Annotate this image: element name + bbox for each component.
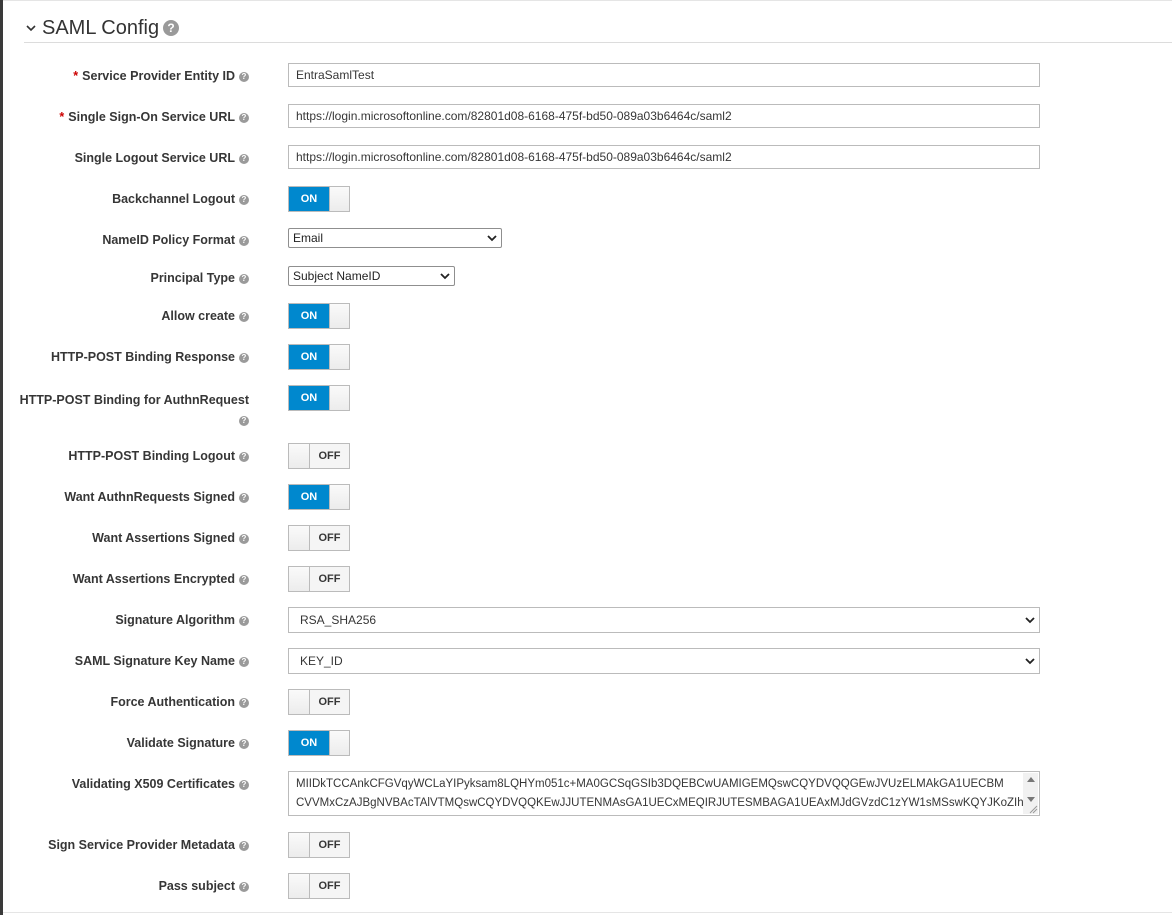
question-circle-icon[interactable]: ? xyxy=(239,415,249,426)
chevron-down-icon xyxy=(1025,617,1035,624)
want-assertions-signed-toggle[interactable]: OFF xyxy=(288,525,350,551)
principal-type-select[interactable]: Subject NameID xyxy=(288,266,455,286)
want-authn-signed-toggle[interactable]: ON xyxy=(288,484,350,510)
backchannel-logout-toggle[interactable]: ON xyxy=(288,186,350,212)
force-auth-toggle[interactable]: OFF xyxy=(288,689,350,715)
question-circle-icon[interactable]: ? xyxy=(239,779,249,790)
x509-certs-textarea[interactable]: MIIDkTCCAnkCFGVqyWCLaYIPyksam8LQHYm051c+… xyxy=(288,771,1040,816)
signature-algorithm-select[interactable]: RSA_SHA256 xyxy=(288,607,1040,633)
field-label: HTTP-POST Binding for AuthnRequest? xyxy=(19,393,249,426)
post-binding-authn-toggle[interactable]: ON xyxy=(288,385,350,411)
field-label: Sign Service Provider Metadata? xyxy=(0,837,249,853)
field-label: Validate Signature? xyxy=(0,735,249,751)
required-marker: * xyxy=(59,110,65,124)
allow-create-toggle[interactable]: ON xyxy=(288,303,350,329)
field-label: * Single Sign-On Service URL? xyxy=(0,109,249,125)
field-label: Validating X509 Certificates? xyxy=(0,776,249,792)
chevron-down-icon xyxy=(1025,658,1035,665)
field-label: HTTP-POST Binding Logout? xyxy=(0,448,249,464)
bottom-divider xyxy=(3,912,1172,913)
want-assertions-encrypted-toggle[interactable]: OFF xyxy=(288,566,350,592)
field-label: Allow create? xyxy=(0,308,249,324)
question-circle-icon[interactable]: ? xyxy=(239,615,249,626)
field-label: Principal Type? xyxy=(0,270,249,286)
scroll-down-icon[interactable] xyxy=(1027,797,1035,803)
question-circle-icon[interactable]: ? xyxy=(239,112,249,123)
question-circle-icon[interactable]: ? xyxy=(239,840,249,851)
post-binding-response-toggle[interactable]: ON xyxy=(288,344,350,370)
question-circle-icon[interactable]: ? xyxy=(239,738,249,749)
field-label: HTTP-POST Binding Response? xyxy=(0,349,249,365)
field-label: Want AuthnRequests Signed? xyxy=(0,489,249,505)
field-label: Want Assertions Encrypted? xyxy=(0,571,249,587)
slo-url-input[interactable]: https://login.microsoftonline.com/82801d… xyxy=(288,145,1040,169)
question-circle-icon[interactable]: ? xyxy=(239,71,249,82)
question-circle-icon[interactable]: ? xyxy=(239,533,249,544)
section-divider xyxy=(24,42,1172,43)
scroll-up-icon[interactable] xyxy=(1027,776,1035,782)
resize-grip-icon[interactable] xyxy=(1028,804,1038,814)
validate-signature-toggle[interactable]: ON xyxy=(288,730,350,756)
top-divider xyxy=(3,0,1172,1)
nameid-policy-select[interactable]: Email xyxy=(288,228,502,248)
question-circle-icon[interactable]: ? xyxy=(163,20,180,36)
field-label: Signature Algorithm? xyxy=(0,612,249,628)
saml-key-name-select[interactable]: KEY_ID xyxy=(288,648,1040,674)
field-label: * Service Provider Entity ID? xyxy=(0,68,249,84)
chevron-down-icon xyxy=(487,235,497,242)
sign-sp-metadata-toggle[interactable]: OFF xyxy=(288,832,350,858)
post-binding-logout-toggle[interactable]: OFF xyxy=(288,443,350,469)
question-circle-icon[interactable]: ? xyxy=(239,881,249,892)
field-label: NameID Policy Format? xyxy=(0,232,249,248)
section-title: SAML Config xyxy=(42,16,160,39)
question-circle-icon[interactable]: ? xyxy=(239,235,249,246)
question-circle-icon[interactable]: ? xyxy=(239,352,249,363)
question-circle-icon[interactable]: ? xyxy=(239,194,249,205)
field-label: Pass subject? xyxy=(0,878,249,894)
question-circle-icon[interactable]: ? xyxy=(239,574,249,585)
question-circle-icon[interactable]: ? xyxy=(239,153,249,164)
question-circle-icon[interactable]: ? xyxy=(239,697,249,708)
chevron-down-icon xyxy=(440,273,450,280)
field-label: Single Logout Service URL? xyxy=(0,150,249,166)
field-label: Backchannel Logout? xyxy=(0,191,249,207)
question-circle-icon[interactable]: ? xyxy=(239,311,249,322)
required-marker: * xyxy=(73,69,79,83)
field-label: Want Assertions Signed? xyxy=(0,530,249,546)
field-label: SAML Signature Key Name? xyxy=(0,653,249,669)
question-circle-icon[interactable]: ? xyxy=(239,451,249,462)
entity-id-input[interactable]: EntraSamlTest xyxy=(288,63,1040,87)
chevron-down-icon[interactable] xyxy=(24,21,38,35)
pass-subject-toggle[interactable]: OFF xyxy=(288,873,350,899)
question-circle-icon[interactable]: ? xyxy=(239,656,249,667)
question-circle-icon[interactable]: ? xyxy=(239,492,249,503)
field-label: Force Authentication? xyxy=(0,694,249,710)
question-circle-icon[interactable]: ? xyxy=(239,273,249,284)
sso-url-input[interactable]: https://login.microsoftonline.com/82801d… xyxy=(288,104,1040,128)
section-header[interactable]: SAML Config ? xyxy=(24,14,180,42)
